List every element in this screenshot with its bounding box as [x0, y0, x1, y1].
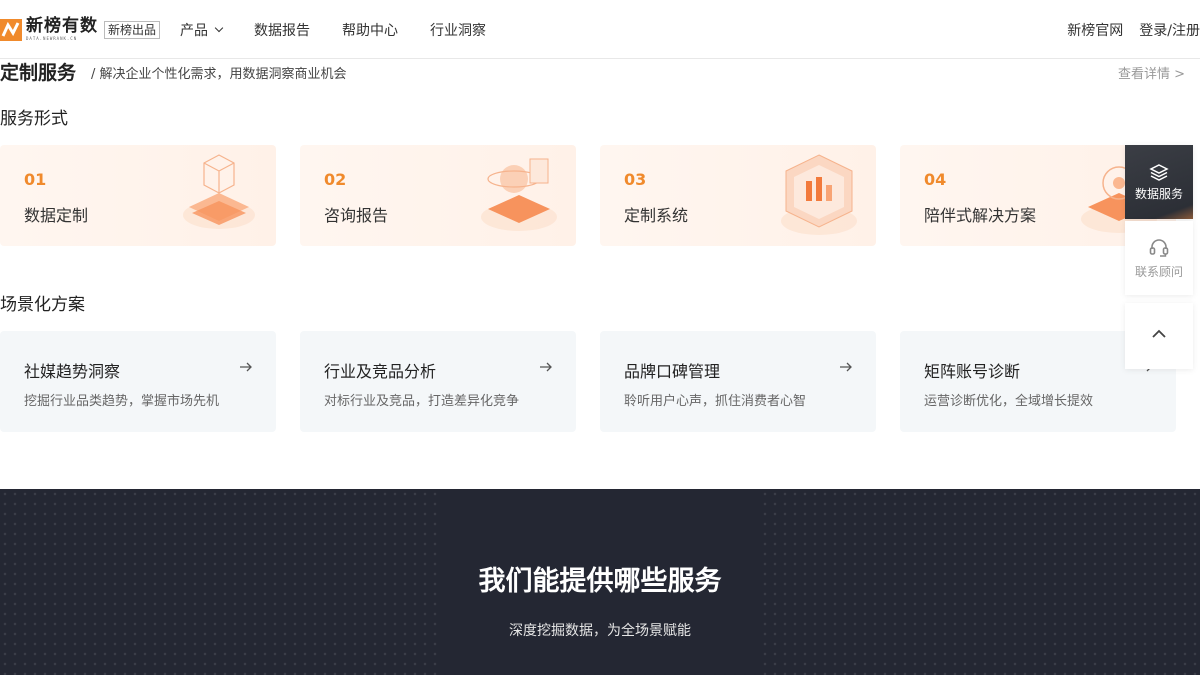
arrow-right-icon: [840, 362, 852, 372]
cube-stack-icon: [183, 154, 255, 229]
services-banner: 我们能提供哪些服务 深度挖掘数据，为全场景赋能: [0, 489, 1200, 675]
nav-item-insights[interactable]: 行业洞察: [430, 20, 486, 40]
section-header: 定制服务 / 解决企业个性化需求，用数据洞察商业机会 查看详情 >: [0, 58, 1185, 84]
logo[interactable]: 新榜有数 DATA.NEWRANK.CN 新榜出品: [0, 16, 161, 41]
layers-icon: [1149, 163, 1169, 181]
header-right: 新榜官网 登录/注册: [1051, 20, 1200, 40]
nav-item-reports[interactable]: 数据报告: [254, 20, 310, 40]
official-site-link[interactable]: 新榜官网: [1067, 20, 1123, 40]
nav-item-label: 帮助中心: [342, 23, 398, 39]
scenario-card-industry-competitor[interactable]: 行业及竞品分析 对标行业及竞品，打造差异化竞争: [300, 331, 576, 432]
scenario-card-title: 行业及竞品分析: [324, 362, 437, 381]
service-card-number: 01: [24, 170, 47, 189]
chevron-down-icon: [214, 23, 224, 33]
section-subtitle: / 解决企业个性化需求，用数据洞察商业机会: [91, 67, 347, 82]
chevron-up-icon: [1152, 329, 1166, 338]
scenario-card-title: 品牌口碑管理: [624, 362, 721, 381]
back-to-top-button[interactable]: [1125, 303, 1193, 369]
scenarios-heading: 场景化方案: [0, 295, 85, 315]
arrow-right-icon: [540, 362, 552, 372]
data-service-label: 数据服务: [1134, 186, 1183, 201]
contact-advisor-label: 联系顾问: [1134, 264, 1183, 279]
section-title: 定制服务: [0, 62, 77, 84]
scenario-card-desc: 运营诊断优化，全域增长提效: [924, 394, 1094, 409]
scenario-cards: 社媒趋势洞察 挖掘行业品类趋势，掌握市场先机 行业及竞品分析 对标行业及竞品，打…: [0, 331, 1200, 432]
report-globe-icon: [481, 158, 557, 231]
logo-subtext: DATA.NEWRANK.CN: [26, 36, 78, 41]
nav-item-label: 产品: [180, 23, 208, 39]
service-forms-heading: 服务形式: [0, 109, 68, 129]
scenario-card-title: 矩阵账号诊断: [924, 362, 1021, 381]
scenario-card-title: 社媒趋势洞察: [24, 362, 121, 381]
nav-item-help[interactable]: 帮助中心: [342, 20, 398, 40]
main-nav: 产品 数据报告 帮助中心 行业洞察: [180, 20, 518, 40]
nav-item-label: 数据报告: [254, 23, 310, 39]
scenario-card-desc: 挖掘行业品类趋势，掌握市场先机: [24, 394, 220, 409]
service-card-data-custom[interactable]: 01 数据定制: [0, 145, 276, 246]
logo-mark-icon: [0, 18, 22, 41]
service-card-number: 03: [624, 170, 647, 189]
nav-item-products[interactable]: 产品: [180, 20, 224, 40]
banner-title: 我们能提供哪些服务: [478, 566, 722, 597]
scenario-card-desc: 聆听用户心声，抓住消费者心智: [624, 394, 807, 409]
service-card-number: 02: [324, 170, 347, 189]
service-cards: 01 数据定制 02 咨询报告 03 定制系统 04 陪伴式解决方案: [0, 145, 1200, 246]
service-card-consulting-report[interactable]: 02 咨询报告: [300, 145, 576, 246]
headset-icon: [1149, 238, 1169, 257]
service-card-number: 04: [924, 170, 947, 189]
data-service-button[interactable]: 数据服务: [1125, 145, 1193, 219]
service-card-label: 定制系统: [624, 206, 689, 225]
scenario-card-social-trends[interactable]: 社媒趋势洞察 挖掘行业品类趋势，掌握市场先机: [0, 331, 276, 432]
logo-text: 新榜有数: [26, 16, 98, 36]
logo-badge: 新榜出品: [104, 20, 161, 39]
service-card-custom-system[interactable]: 03 定制系统: [600, 145, 876, 246]
floating-sidebar: 数据服务 联系顾问: [1125, 145, 1193, 371]
service-card-label: 数据定制: [24, 206, 89, 225]
contact-advisor-button[interactable]: 联系顾问: [1125, 221, 1193, 295]
banner-subtitle: 深度挖掘数据，为全场景赋能: [509, 623, 691, 639]
scenario-card-desc: 对标行业及竞品，打造差异化竞争: [324, 394, 520, 409]
system-chart-icon: [781, 154, 857, 235]
service-card-label: 陪伴式解决方案: [924, 206, 1037, 225]
scenario-card-brand-reputation[interactable]: 品牌口碑管理 聆听用户心声，抓住消费者心智: [600, 331, 876, 432]
top-header: 新榜有数 DATA.NEWRANK.CN 新榜出品 产品 数据报告 帮助中心 行…: [0, 0, 1200, 59]
nav-item-label: 行业洞察: [430, 23, 486, 39]
service-card-label: 咨询报告: [324, 206, 389, 225]
login-register-link[interactable]: 登录/注册: [1139, 20, 1200, 40]
view-details-link[interactable]: 查看详情 >: [1118, 63, 1185, 82]
arrow-right-icon: [240, 362, 252, 372]
